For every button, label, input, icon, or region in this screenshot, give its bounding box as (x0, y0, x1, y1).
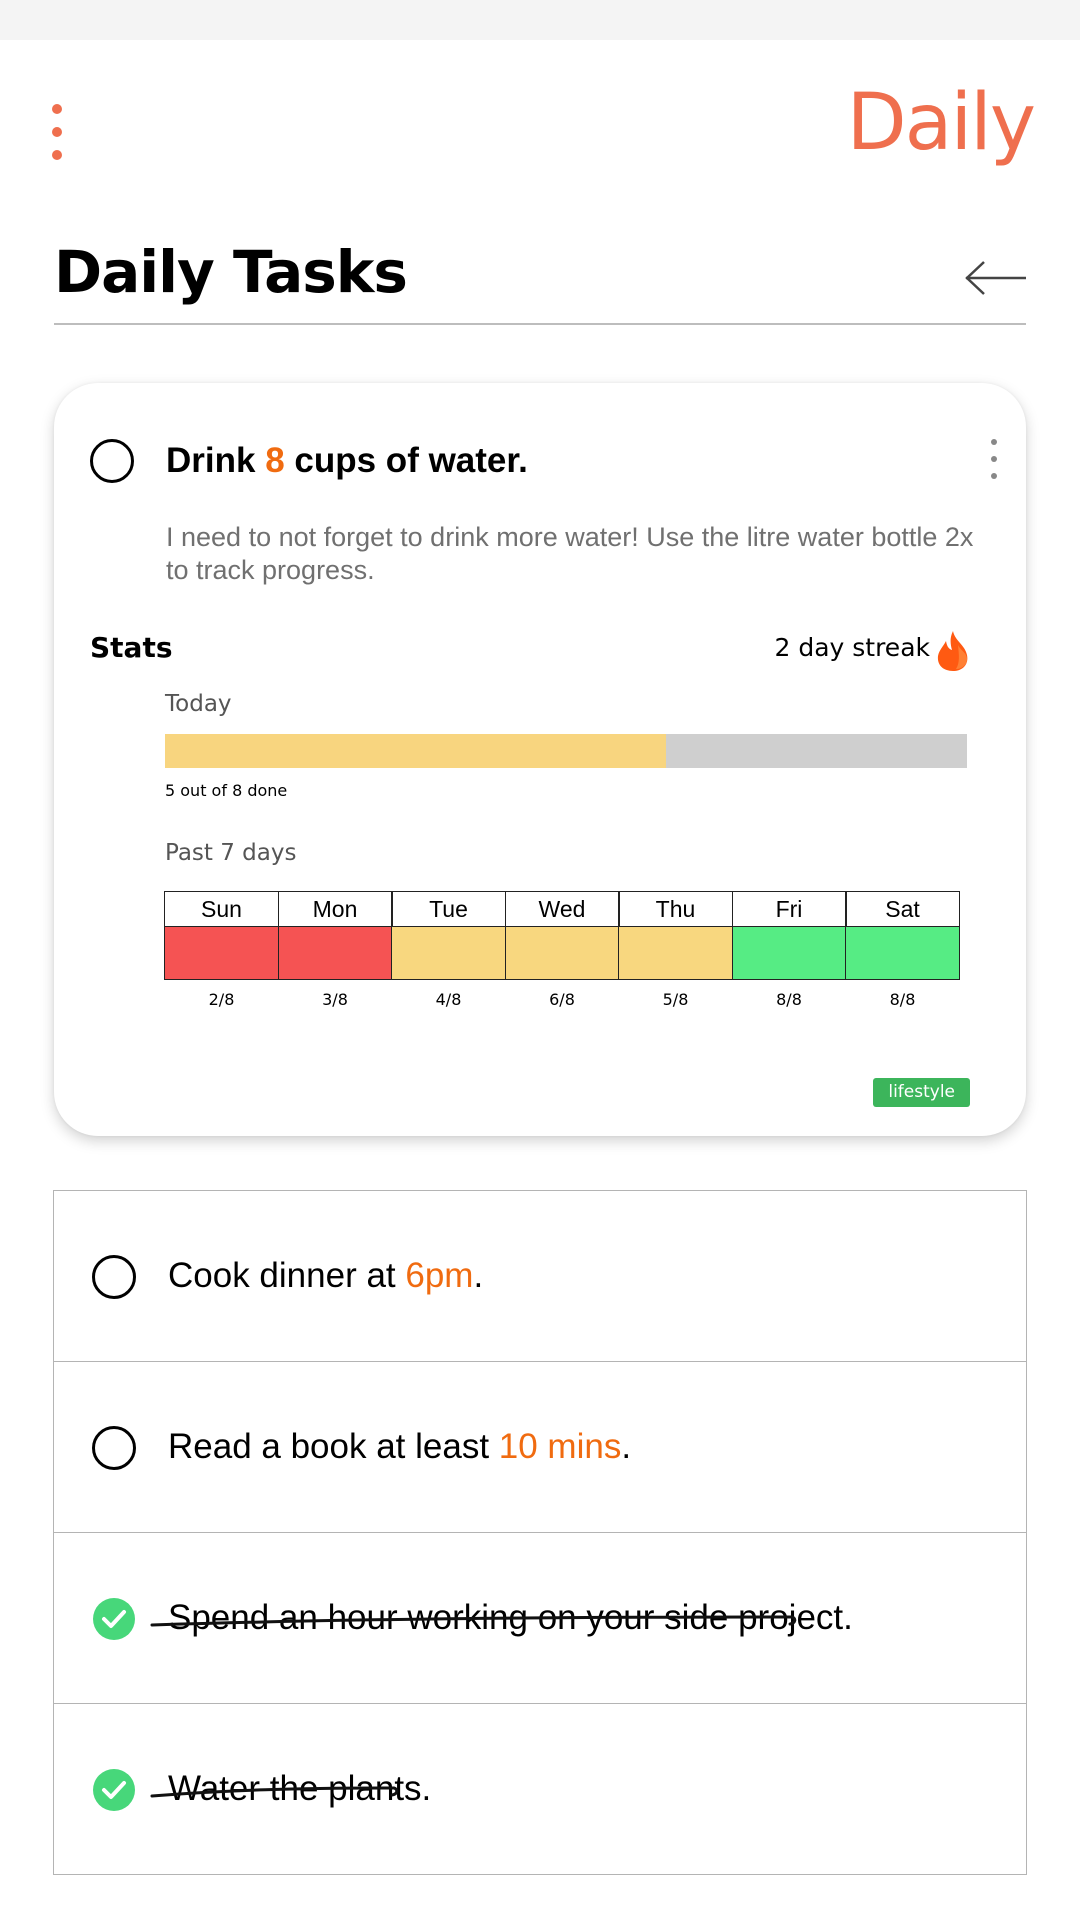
today-label: Today (165, 691, 232, 717)
check-circle-icon[interactable] (92, 1768, 136, 1812)
day-header-fri: Fri (731, 891, 847, 927)
day-count-fri: 8/8 (776, 990, 802, 1009)
day-status-thu (618, 927, 733, 980)
past-week-label: Past 7 days (165, 840, 297, 866)
streak-text: 2 day streak (774, 633, 930, 662)
day-count-thu: 5/8 (662, 990, 689, 1009)
day-header-sat: Sat (845, 891, 960, 927)
day-count-tue: 4/8 (435, 990, 462, 1009)
task-row[interactable]: Read a book at least 10 mins. (54, 1362, 1026, 1533)
stats-heading: Stats (90, 631, 173, 664)
task-text-end: . (621, 1427, 632, 1466)
task-highlight: 10 mins (498, 1427, 622, 1466)
page-title: Daily Tasks (54, 238, 408, 306)
day-count-sat: 8/8 (889, 990, 916, 1009)
day-header-thu: Thu (618, 891, 733, 927)
app-logo: Daily (846, 78, 1036, 168)
day-header-sun: Sun (164, 891, 279, 927)
day-count-wed: 6/8 (549, 990, 575, 1009)
day-status-wed (504, 927, 620, 980)
task-text: Cook dinner at (168, 1256, 406, 1295)
progress-text: 5 out of 8 done (165, 781, 288, 800)
day-count-mon: 3/8 (322, 990, 348, 1009)
task-description: I need to not forget to drink more water… (166, 522, 974, 585)
day-status-sun (164, 927, 279, 980)
check-circle-icon[interactable] (92, 1597, 136, 1641)
task-title-text-end: cups of water. (284, 441, 528, 480)
strikethrough-mark (150, 1615, 797, 1627)
featured-task-card[interactable]: Drink 8 cups of water. I need to not for… (54, 383, 1026, 1136)
status-bar (0, 0, 1080, 40)
back-arrow-icon[interactable] (964, 258, 1028, 298)
day-header-mon: Mon (277, 891, 393, 927)
task-title-text: Drink (166, 441, 266, 480)
task-checkbox[interactable] (92, 1426, 136, 1470)
lifestyle-tag[interactable]: lifestyle (873, 1078, 970, 1107)
task-label: Cook dinner at 6pm. (168, 1253, 483, 1299)
task-highlight: 6pm (405, 1256, 474, 1295)
task-row[interactable]: Water the plants. (54, 1704, 1026, 1874)
flame-icon (937, 631, 968, 671)
task-title-highlight: 8 (265, 441, 285, 480)
day-header-tue: Tue (391, 891, 506, 927)
more-options-icon[interactable] (986, 437, 1002, 481)
day-header-wed: Wed (504, 891, 620, 927)
today-progress-fill (165, 734, 667, 768)
task-row[interactable]: Cook dinner at 6pm. (54, 1191, 1026, 1362)
past-week-grid: Sun Mon Tue Wed Thu Fri Sat 2/8 3/8 4/8 6/8 5/8 8/8… (164, 891, 969, 1009)
menu-dots-icon[interactable] (48, 100, 68, 164)
task-text: Read a book at least (168, 1427, 499, 1466)
day-status-mon (277, 927, 393, 980)
day-count-sun: 2/8 (208, 990, 235, 1009)
task-label: Read a book at least 10 mins. (168, 1424, 631, 1470)
task-checkbox[interactable] (90, 439, 134, 483)
task-checkbox[interactable] (92, 1255, 136, 1299)
task-row[interactable]: Spend an hour working on your side proje… (54, 1533, 1026, 1704)
day-status-sat (845, 927, 960, 980)
day-status-tue (391, 927, 506, 980)
day-status-fri (731, 927, 847, 980)
task-text-end: . (473, 1256, 484, 1295)
title-divider (54, 323, 1026, 325)
today-progress-bar (165, 734, 967, 768)
strikethrough-mark (150, 1786, 399, 1798)
task-list: Cook dinner at 6pm. Read a book at least … (53, 1190, 1027, 1875)
task-title: Drink 8 cups of water. (166, 439, 528, 483)
